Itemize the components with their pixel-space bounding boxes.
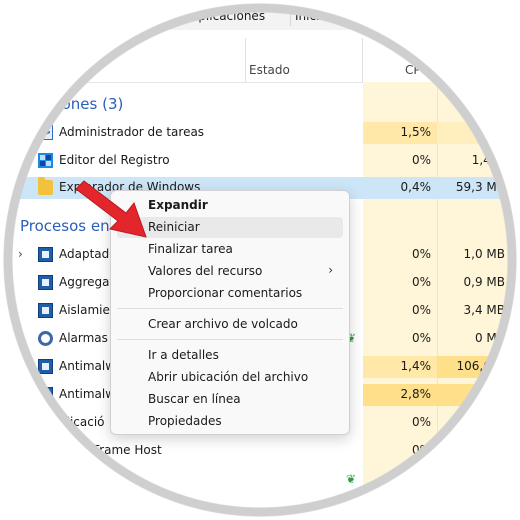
- process-row[interactable]: Editor del Registro 0% 1,4 M: [0, 150, 520, 172]
- menu-item-label: Ir a detalles: [148, 348, 219, 362]
- cpu-value: 1,4%: [400, 359, 432, 373]
- chevron-right-icon[interactable]: ›: [18, 331, 23, 345]
- process-name: plicació: [59, 415, 105, 429]
- column-divider[interactable]: [245, 38, 246, 82]
- cpu-value: 0%: [411, 153, 431, 167]
- task-manager-icon: [38, 125, 53, 140]
- memory-value: 3,4 MB: [463, 303, 505, 317]
- process-name: Aislamien: [59, 303, 118, 317]
- menu-item-go-to-details[interactable]: Ir a detalles: [117, 345, 343, 366]
- column-divider[interactable]: [362, 38, 363, 82]
- memory-value: 1,0 MB: [463, 247, 505, 261]
- screenshot-stage: l de aplicaciones Inicio Estado CPU acio…: [0, 0, 520, 520]
- menu-item-resource-values[interactable]: Valores del recurso ›: [117, 261, 343, 282]
- app-window-icon: [38, 359, 53, 374]
- cpu-column-header[interactable]: CPU: [405, 63, 429, 77]
- cpu-value: 1,5%: [400, 125, 432, 139]
- red-arrow-annotation-icon: [75, 180, 147, 238]
- cpu-value: 0%: [411, 275, 431, 289]
- efficiency-leaf-icon: ❦: [346, 472, 357, 486]
- app-window-icon: [38, 247, 53, 262]
- app-window-icon: [38, 275, 53, 290]
- menu-separator: [117, 339, 343, 340]
- menu-item-properties[interactable]: Propiedades: [117, 411, 343, 432]
- menu-item-label: Abrir ubicación del archivo: [148, 370, 309, 384]
- memory-value: 59,3 MB: [455, 180, 505, 194]
- cpu-value: 0%: [411, 331, 431, 345]
- menu-item-label: Valores del recurso: [148, 264, 263, 278]
- chevron-right-icon[interactable]: ›: [18, 180, 23, 194]
- chevron-right-icon[interactable]: ›: [18, 247, 23, 261]
- menu-item-feedback[interactable]: Proporcionar comentarios: [117, 283, 343, 304]
- menu-item-label: Finalizar tarea: [148, 242, 233, 256]
- menu-item-label: Buscar en línea: [148, 392, 241, 406]
- memory-value: 0 MB: [474, 331, 505, 345]
- menu-item-open-file-location[interactable]: Abrir ubicación del archivo: [117, 367, 343, 388]
- memory-value: 22,3: [478, 125, 505, 139]
- process-name: Editor del Registro: [59, 153, 170, 167]
- cpu-value: 0%: [411, 415, 431, 429]
- menu-item-label: Proporcionar comentarios: [148, 286, 303, 300]
- process-name: Aggregat: [59, 275, 115, 289]
- registry-editor-icon: [38, 153, 53, 168]
- menu-item-create-dump[interactable]: Crear archivo de volcado: [117, 314, 343, 335]
- memory-value: 1,4 M: [471, 153, 505, 167]
- memory-value: 108: [482, 387, 505, 401]
- apps-group-header: aciones (3): [40, 95, 124, 113]
- tab-bar: l de aplicaciones Inicio: [0, 0, 520, 31]
- cpu-value: 0%: [411, 443, 431, 457]
- cpu-value: 0%: [411, 247, 431, 261]
- process-name: ation Frame Host: [59, 443, 162, 457]
- menu-item-label: Crear archivo de volcado: [148, 317, 298, 331]
- process-name: Administrador de tareas: [59, 125, 205, 139]
- app-window-icon: [38, 387, 53, 402]
- process-row[interactable]: ation Frame Host 0%: [0, 440, 520, 462]
- memory-value: 0,9 MB: [463, 275, 505, 289]
- cpu-value: 0%: [411, 303, 431, 317]
- process-row[interactable]: Administrador de tareas 1,5% 22,3: [0, 122, 520, 144]
- process-name: Antimalw: [59, 359, 116, 373]
- menu-item-label: Propiedades: [148, 414, 222, 428]
- process-name: Adaptado: [59, 247, 117, 261]
- menu-item-search-online[interactable]: Buscar en línea: [117, 389, 343, 410]
- column-divider[interactable]: [436, 38, 437, 82]
- cpu-value: 2,8%: [400, 387, 432, 401]
- status-column-header[interactable]: Estado: [249, 63, 290, 77]
- memory-value: 106,6 M: [456, 359, 505, 373]
- app-window-icon: [38, 303, 53, 318]
- process-name: Antimalw: [59, 387, 116, 401]
- menu-separator: [117, 308, 343, 309]
- cpu-value: 0,4%: [400, 180, 432, 194]
- chevron-right-icon: ›: [328, 263, 333, 277]
- alarm-clock-icon: [38, 331, 53, 346]
- tab-startup[interactable]: Inicio: [290, 6, 331, 26]
- tab-app-history[interactable]: l de aplicaciones: [160, 6, 269, 26]
- folder-icon: [38, 177, 53, 195]
